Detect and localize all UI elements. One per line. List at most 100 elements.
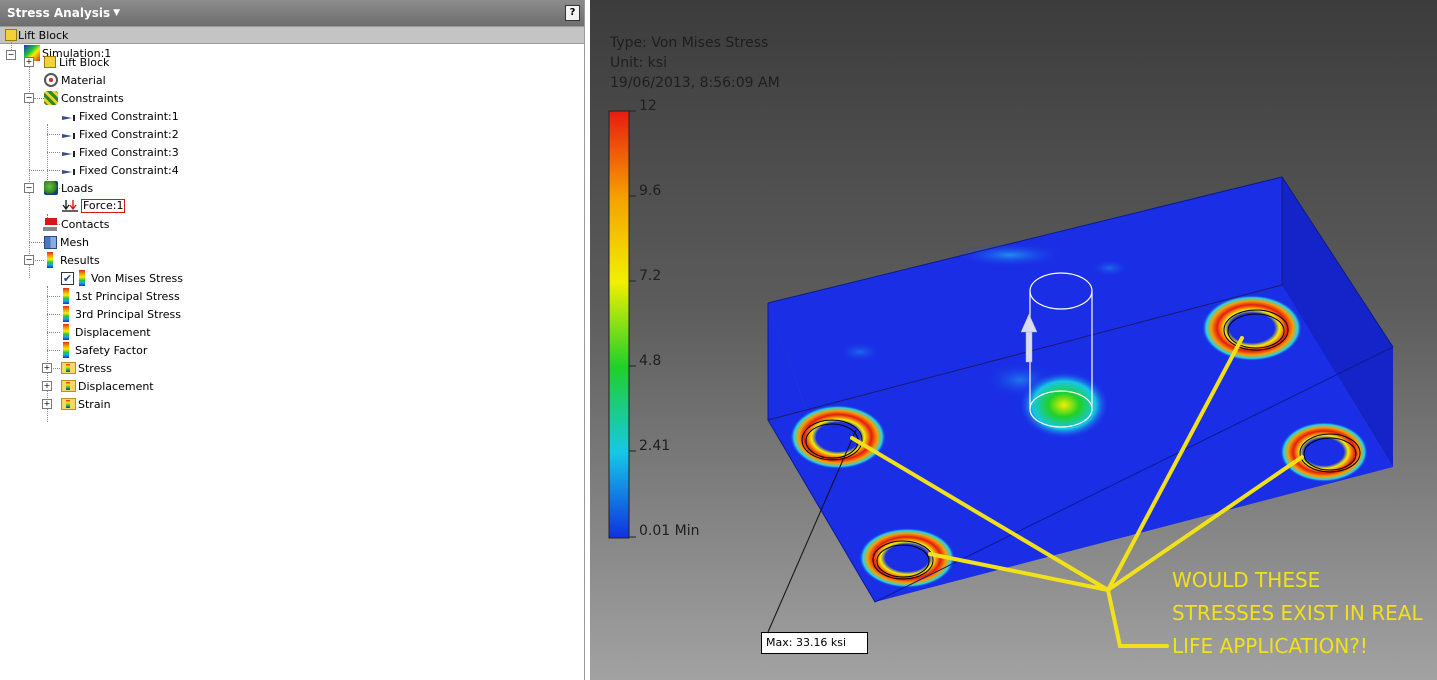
result-timestamp-text: 19/06/2013, 8:56:09 AM (610, 75, 780, 91)
expand-toggle[interactable]: + (42, 363, 52, 373)
tree-item-folder-stress[interactable]: Stress (61, 359, 112, 377)
stress-spot (838, 342, 882, 362)
tree-item-contacts[interactable]: Contacts (43, 215, 110, 233)
tree-item-fixed-constraint-4[interactable]: Fixed Constraint:4 (61, 161, 179, 179)
result-label: 1st Principal Stress (75, 289, 180, 303)
result-unit-text: Unit: ksi (610, 55, 667, 71)
collapse-toggle[interactable]: − (24, 93, 34, 103)
stress-spot (1090, 259, 1130, 277)
fixed-constraint-label: Fixed Constraint:3 (79, 145, 179, 159)
tree-line (47, 332, 60, 333)
result-type-text: Type: Von Mises Stress (610, 35, 769, 51)
graphics-viewport[interactable]: Type: Von Mises Stress Unit: ksi 19/06/2… (590, 0, 1437, 680)
stress-analysis-browser: Stress Analysis ▼ ? Lift Block − Simulat… (0, 0, 585, 680)
legend-tick-label: 2.41 (639, 438, 671, 454)
tree-item-constraints[interactable]: Constraints (43, 89, 124, 107)
callout-line-3: LIFE APPLICATION?! (1172, 634, 1368, 658)
tree-item-1st-principal[interactable]: 1st Principal Stress (61, 287, 180, 305)
legend-tick-label: 0.01 Min (639, 523, 700, 539)
collapse-toggle[interactable]: − (6, 50, 16, 60)
legend-tick-label: 9.6 (639, 183, 662, 199)
tree-item-3rd-principal[interactable]: 3rd Principal Stress (61, 305, 181, 323)
collapse-toggle[interactable]: − (24, 183, 34, 193)
result-label: Displacement (75, 325, 151, 339)
tree-line (47, 170, 60, 171)
folder-label: Stress (78, 361, 112, 375)
contacts-icon (43, 216, 59, 232)
fixed-constraint-icon (62, 115, 75, 121)
bolt-hole-stress-ring (1202, 295, 1302, 361)
fixed-constraint-label: Fixed Constraint:2 (79, 127, 179, 141)
tree-item-fixed-constraint-3[interactable]: Fixed Constraint:3 (61, 143, 179, 161)
folder-label: Displacement (78, 379, 154, 393)
tree-item-folder-displacement[interactable]: Displacement (61, 377, 154, 395)
tree-line (29, 242, 44, 243)
expand-toggle[interactable]: + (24, 57, 34, 67)
material-icon (44, 73, 58, 87)
result-label: 3rd Principal Stress (75, 307, 181, 321)
callout-text: WOULD THESE STRESSES EXIST IN REAL LIFE … (1172, 564, 1423, 663)
part-cube-icon (44, 56, 56, 68)
cylinder-stress-zone (1019, 371, 1109, 439)
browser-root-row[interactable]: Lift Block (0, 26, 584, 44)
fixed-constraint-label: Fixed Constraint:1 (79, 109, 179, 123)
tree-item-part[interactable]: Lift Block (43, 53, 109, 71)
expand-toggle[interactable]: + (42, 381, 52, 391)
callout-line (1106, 588, 1169, 648)
tree-item-loads[interactable]: Loads (43, 179, 93, 197)
tree-item-mesh[interactable]: Mesh (43, 233, 89, 251)
dropdown-caret-icon[interactable]: ▼ (113, 8, 120, 18)
force-label: Force:1 (81, 199, 126, 213)
tree-item-force[interactable]: Force:1 (61, 197, 126, 215)
result-folder-icon (61, 398, 76, 410)
tree-line (47, 314, 60, 315)
legend-tick-label: 12 (639, 98, 657, 114)
tree-item-displacement-result[interactable]: Displacement (61, 323, 151, 341)
folder-label: Strain (78, 397, 111, 411)
tree-line (29, 170, 44, 171)
stress-legend-icon (63, 306, 69, 322)
fixed-constraint-label: Fixed Constraint:4 (79, 163, 179, 177)
loads-icon (44, 181, 58, 195)
contacts-label: Contacts (61, 217, 110, 231)
fixed-constraint-icon (62, 133, 75, 139)
tree-item-material[interactable]: Material (43, 71, 106, 89)
callout-line-2: STRESSES EXIST IN REAL (1172, 601, 1423, 625)
tree-line (47, 134, 60, 135)
result-label: Safety Factor (75, 343, 148, 357)
max-stress-label[interactable]: Max: 33.16 ksi (761, 632, 868, 654)
fixed-constraint-icon (62, 169, 75, 175)
expand-toggle[interactable]: + (42, 399, 52, 409)
stress-legend-icon (79, 270, 85, 286)
browser-title[interactable]: Stress Analysis (7, 6, 110, 20)
browser-header[interactable]: Stress Analysis ▼ ? (0, 0, 584, 26)
help-button[interactable]: ? (565, 5, 580, 21)
tree-item-folder-strain[interactable]: Strain (61, 395, 111, 413)
active-result-checkbox[interactable]: ✔ (61, 271, 74, 285)
constraints-label: Constraints (61, 91, 124, 105)
browser-tree: − Simulation:1 + Lift Block Material − C… (0, 42, 584, 444)
legend-tick-label: 4.8 (639, 353, 662, 369)
tree-item-fixed-constraint-1[interactable]: Fixed Constraint:1 (61, 107, 179, 125)
force-arrow-shaft (1025, 329, 1033, 363)
part-label: Lift Block (59, 55, 110, 69)
stress-spot (955, 243, 1065, 267)
tree-line (47, 350, 60, 351)
tree-item-fixed-constraint-2[interactable]: Fixed Constraint:2 (61, 125, 179, 143)
tree-item-safety-factor[interactable]: Safety Factor (61, 341, 147, 359)
tree-item-results[interactable]: Results (43, 251, 100, 269)
stress-legend-icon (63, 324, 69, 340)
part-cube-icon (5, 29, 17, 41)
stress-legend-icon (63, 288, 69, 304)
legend-color-bar (608, 110, 630, 539)
result-folder-icon (61, 362, 76, 374)
tree-line (47, 152, 60, 153)
results-label: Results (60, 253, 100, 267)
tree-item-von-mises[interactable]: ✔ Von Mises Stress (61, 269, 183, 287)
stress-legend-icon (63, 342, 69, 358)
mesh-label: Mesh (60, 235, 89, 249)
constraints-icon (44, 91, 58, 105)
fixed-constraint-icon (62, 151, 75, 157)
force-icon (62, 200, 78, 212)
collapse-toggle[interactable]: − (24, 255, 34, 265)
